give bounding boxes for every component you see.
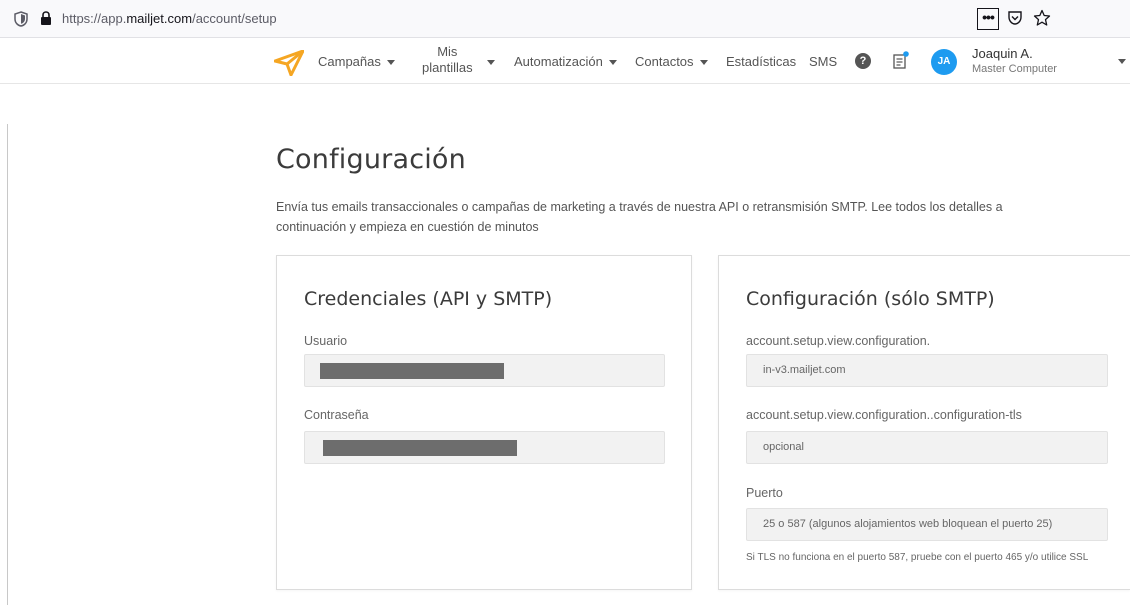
password-field[interactable]: [304, 431, 665, 464]
lock-icon[interactable]: [40, 11, 52, 26]
nav-templates-label-2: plantillas: [422, 60, 473, 75]
avatar[interactable]: JA: [931, 49, 957, 75]
port-field[interactable]: 25 o 587 (algunos alojamientos web bloqu…: [746, 508, 1108, 541]
chevron-down-icon[interactable]: [487, 60, 495, 65]
shield-icon[interactable]: [14, 11, 28, 27]
nav-campaigns[interactable]: Campañas: [318, 54, 395, 69]
nav-templates-label-1: Mis: [437, 44, 458, 59]
user-name[interactable]: Joaquin A.: [972, 46, 1033, 61]
nav-campaigns-label: Campañas: [318, 54, 381, 69]
page-title: Configuración: [276, 144, 466, 175]
password-label: Contraseña: [304, 408, 369, 422]
port-label: Puerto: [746, 486, 783, 500]
tls-note: Si TLS no funciona en el puerto 587, pru…: [746, 552, 1089, 563]
redacted-username: [320, 363, 504, 379]
url-path: /account/setup: [192, 11, 277, 26]
host-label: account.setup.view.configuration.: [746, 334, 931, 348]
tls-field[interactable]: opcional: [746, 431, 1108, 464]
smtp-title: Configuración (sólo SMTP): [746, 288, 995, 310]
help-icon[interactable]: ?: [855, 53, 871, 69]
nav-statistics[interactable]: Estadísticas: [726, 54, 796, 69]
url-prefix: https://app.: [62, 11, 127, 26]
url-domain: mailjet.com: [126, 11, 193, 26]
chevron-down-icon: [699, 60, 708, 66]
nav-automation[interactable]: Automatización: [514, 54, 617, 69]
nav-automation-label: Automatización: [514, 54, 603, 69]
page-left-border: [7, 124, 8, 605]
username-field[interactable]: [304, 354, 665, 387]
nav-sms[interactable]: SMS: [809, 54, 837, 69]
user-label: Usuario: [304, 334, 348, 348]
chevron-down-icon: [608, 60, 617, 66]
nav-contacts[interactable]: Contactos: [635, 54, 708, 69]
pocket-icon[interactable]: [1007, 10, 1023, 26]
bookmark-star-icon[interactable]: [1033, 9, 1051, 27]
notifications-icon[interactable]: [893, 51, 909, 69]
browser-url-bar: https://app.mailjet.com/account/setup ••…: [0, 0, 1130, 38]
main-nav: Campañas Mis plantillas Automatización Co…: [0, 39, 1130, 84]
nav-templates[interactable]: Mis plantillas: [422, 44, 473, 76]
page-intro: Envía tus emails transaccionales o campa…: [276, 200, 1003, 234]
redacted-password: [323, 440, 517, 456]
smtp-config-card: Configuración (sólo SMTP) account.setup.…: [718, 255, 1130, 590]
page-actions-menu-button[interactable]: •••: [977, 8, 999, 30]
chevron-down-icon: [386, 60, 395, 66]
host-field[interactable]: in-v3.mailjet.com: [746, 354, 1108, 387]
nav-contacts-label: Contactos: [635, 54, 694, 69]
mailjet-logo-icon[interactable]: [274, 50, 304, 76]
tls-label: account.setup.view.configuration..config…: [746, 408, 1022, 422]
user-company[interactable]: Master Computer: [972, 63, 1057, 75]
credentials-card: Credenciales (API y SMTP) Usuario Contra…: [276, 255, 692, 590]
user-menu-chevron-down-icon[interactable]: [1118, 59, 1126, 64]
credentials-title: Credenciales (API y SMTP): [304, 288, 553, 310]
url-text[interactable]: https://app.mailjet.com/account/setup: [62, 11, 277, 26]
